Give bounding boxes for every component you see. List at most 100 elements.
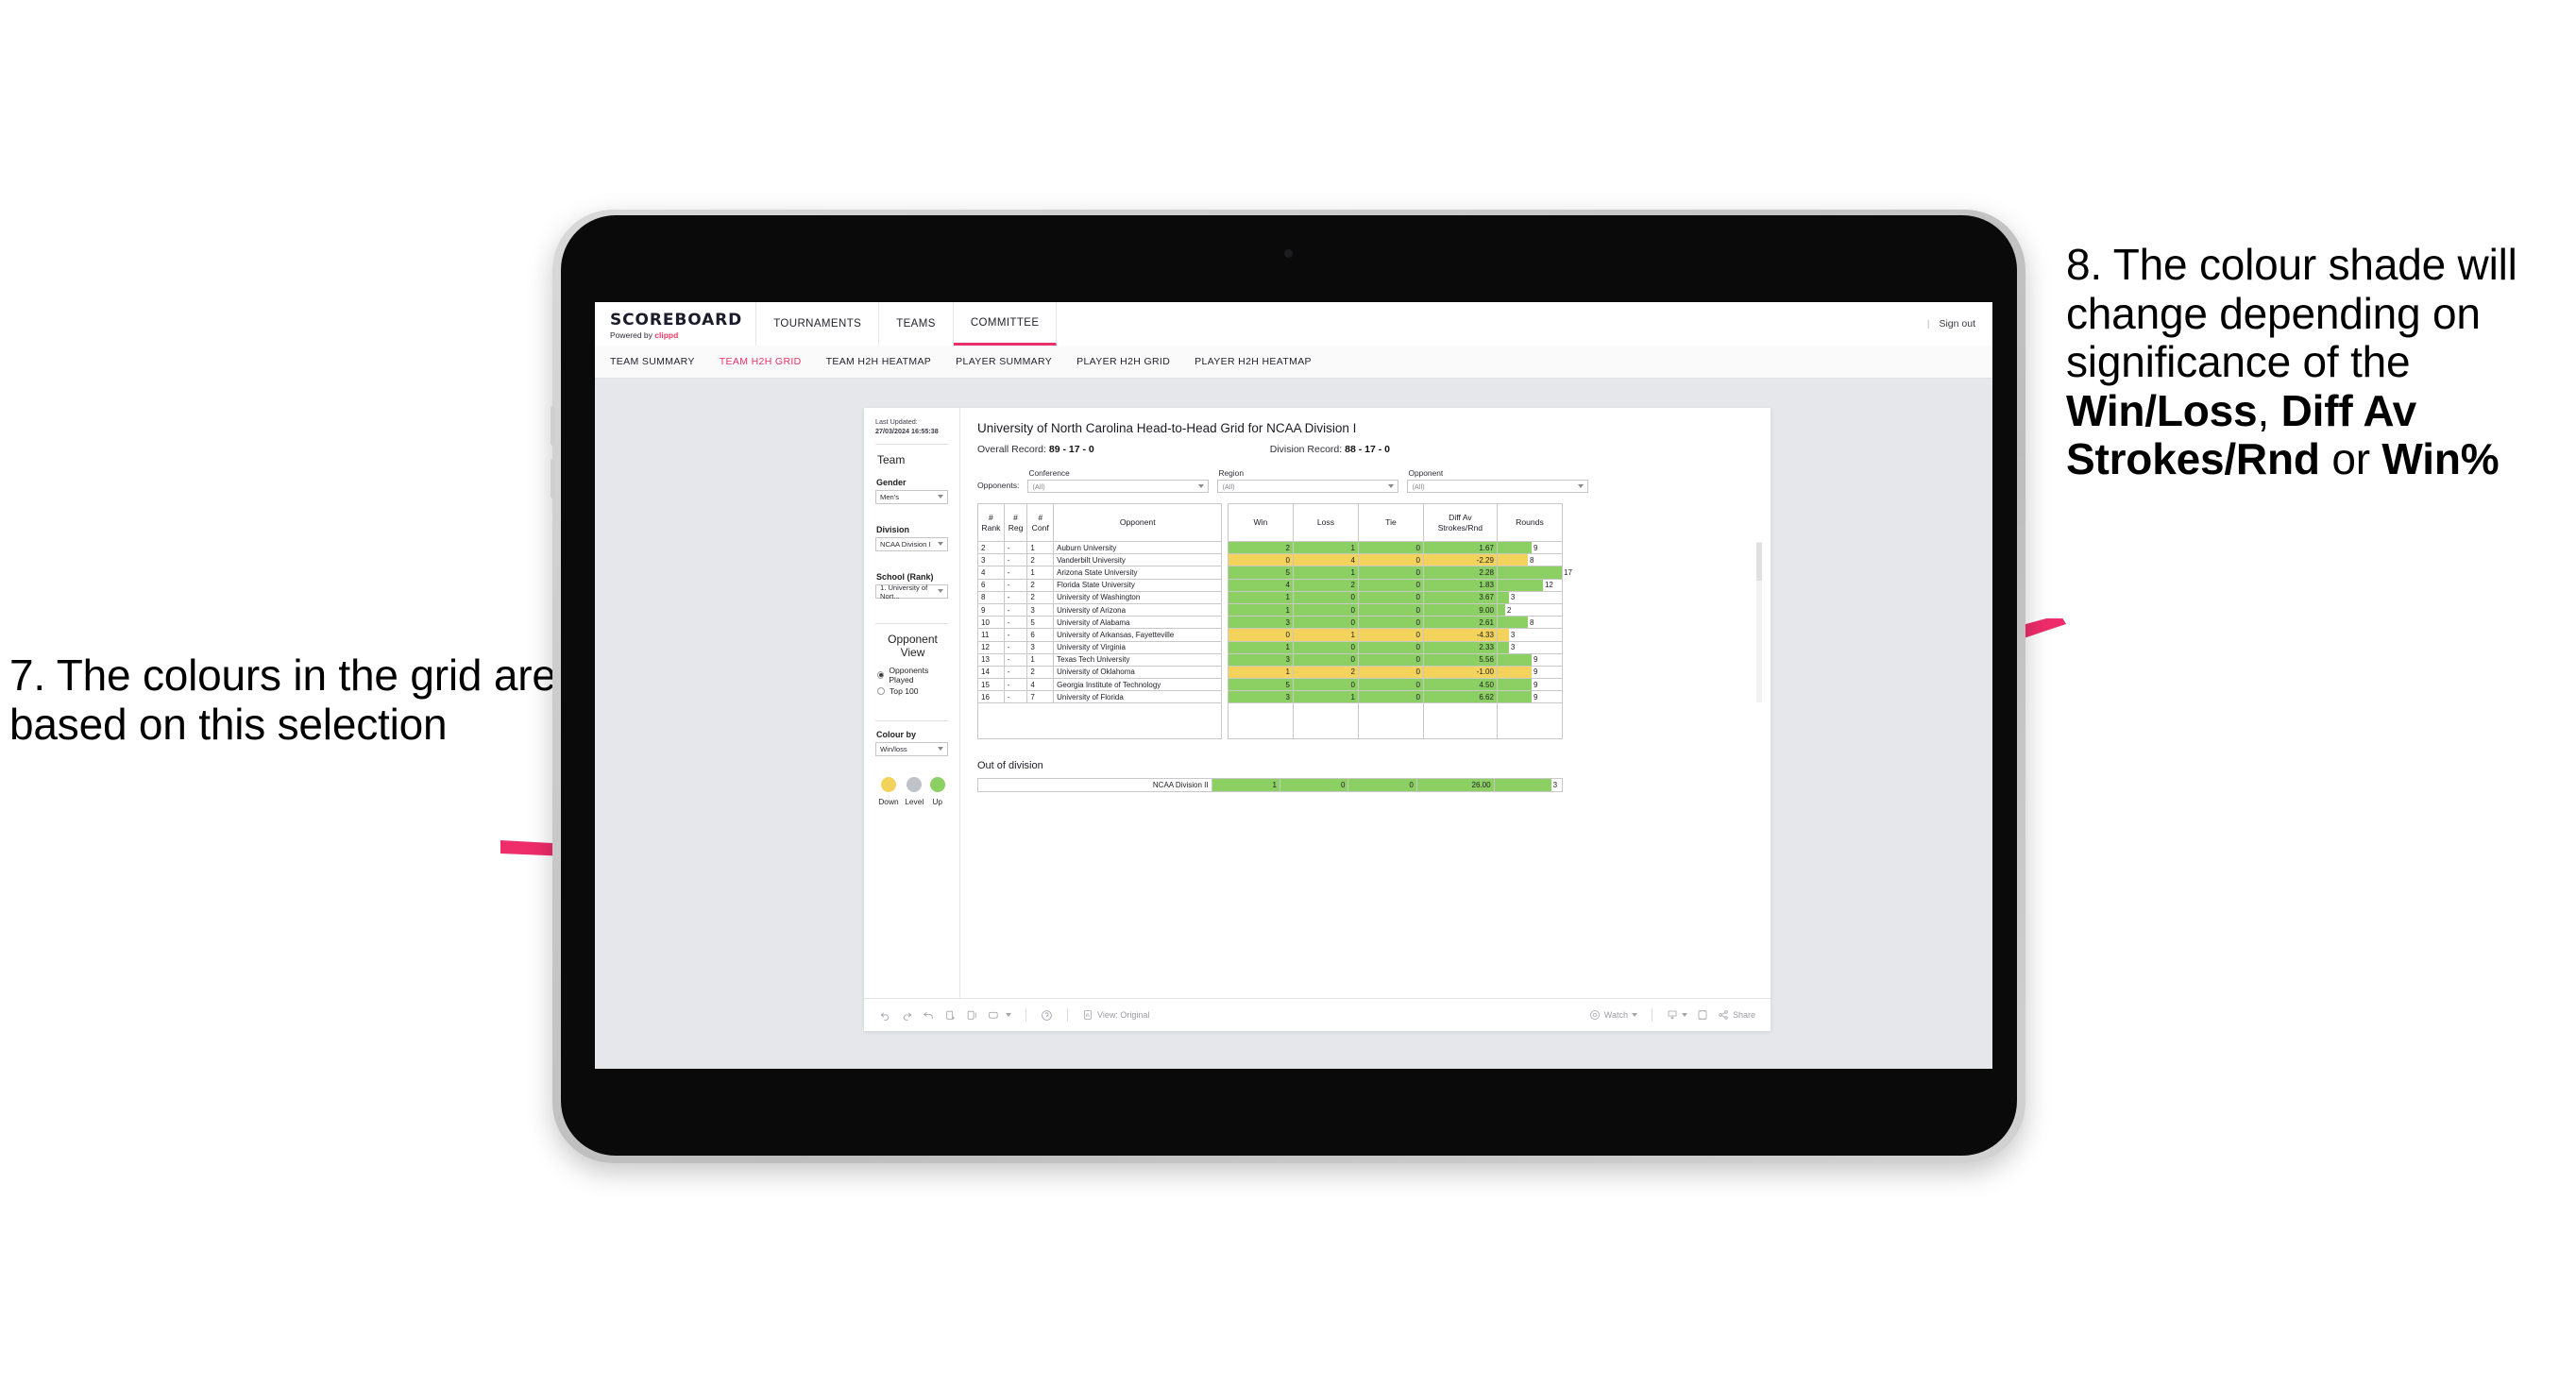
share-label: Share [1732,1010,1755,1020]
subnav-item-team-summary[interactable]: TEAM SUMMARY [610,356,695,367]
nav-item-teams[interactable]: TEAMS [879,302,954,346]
cell-loss: 0 [1279,778,1349,793]
gender-value: Men's [880,493,900,502]
refresh-icon[interactable] [944,1009,957,1022]
radio-opponents-played[interactable]: Opponents Played [877,666,948,685]
cell-diff: 1.83 [1422,578,1498,592]
cell-tie: 0 [1357,616,1424,630]
radio-icon-selected [877,671,885,680]
col-reg[interactable]: # Reg [1003,503,1028,542]
cell-reg: - [1003,602,1028,617]
divider [875,720,948,722]
table-row[interactable]: 12-3 University of Virginia 1 0 0 2.33 3 [977,640,1564,654]
filters-sidebar: Last Updated: 27/03/2024 16:55:38 Team G… [864,408,960,998]
undo-icon[interactable] [879,1009,891,1022]
colour-by-select[interactable]: Win/loss [875,742,948,757]
col-rounds[interactable]: Rounds [1496,503,1564,542]
cell-gap [1222,679,1229,691]
device-layout-icon[interactable] [988,1009,1011,1022]
help-icon[interactable] [1041,1009,1053,1022]
share-button[interactable]: Share [1718,1009,1755,1021]
last-updated: Last Updated: 27/03/2024 16:55:38 [875,417,948,435]
table-row[interactable]: 9-3 University of Arizona 1 0 0 9.00 2 [977,602,1564,617]
radio-label: Top 100 [890,686,919,697]
overall-record: Overall Record: 89 - 17 - 0 [977,444,1094,455]
cell-conf: 1 [1026,566,1055,580]
cell-opponent: University of Virginia [1053,640,1223,654]
cell-rank: 11 [977,628,1005,642]
annotation-7-number: 7. [9,651,45,700]
cell-win: 0 [1227,628,1294,642]
view-original-button[interactable]: View: Original [1082,1009,1149,1021]
brand-logo[interactable]: SCOREBOARD Powered by clippd [595,302,757,346]
chevron-down-icon [1578,484,1585,488]
table-row[interactable]: 11-6 University of Arkansas, Fayetteville… [977,628,1564,642]
col-loss[interactable]: Loss [1292,503,1359,542]
cell-reg: - [1003,665,1028,680]
cell-gap [1222,617,1229,629]
rounds-value: 9 [1533,543,1538,552]
cell-rounds: 9 [1496,540,1564,555]
rounds-bar [1497,591,1509,603]
nav-item-committee[interactable]: COMMITTEE [953,302,1058,346]
top-bar-separator: | [1926,318,1930,330]
col-conf[interactable]: # Conf [1026,503,1055,542]
nav-label: COMMITTEE [970,316,1040,329]
spacer-cell [1292,702,1359,740]
region-select[interactable]: (All) [1217,480,1399,493]
table-row[interactable]: 16-7 University of Florida 3 1 0 6.62 9 [977,690,1564,704]
subnav-item-player-h2h-heatmap[interactable]: PLAYER H2H HEATMAP [1195,356,1312,367]
cell-loss: 0 [1292,616,1359,630]
nav-item-tournaments[interactable]: TOURNAMENTS [756,302,880,346]
rounds-value: 9 [1533,680,1538,689]
download-button[interactable] [1667,1009,1687,1021]
cell-win: 5 [1227,678,1294,692]
table-row[interactable]: 14-2 University of Oklahoma 1 2 0 -1.00 9 [977,665,1564,680]
spacer-cell [1357,702,1424,740]
cell-conf: 4 [1026,678,1055,692]
gender-select[interactable]: Men's [875,490,948,505]
table-row[interactable]: 6-2 Florida State University 4 2 0 1.83 12 [977,578,1564,592]
tablet-volume-down-button[interactable] [551,459,555,499]
table-row[interactable]: 8-2 University of Washington 1 0 0 3.67 3 [977,590,1564,604]
radio-top-100[interactable]: Top 100 [877,686,948,696]
table-row[interactable]: 3-2 Vanderbilt University 0 4 0 -2.29 8 [977,553,1564,567]
table-row[interactable]: 4-1 Arizona State University 5 1 0 2.28 17 [977,566,1572,580]
subnav-item-player-h2h-grid[interactable]: PLAYER H2H GRID [1076,356,1170,367]
subnav-item-team-h2h-heatmap[interactable]: TEAM H2H HEATMAP [826,356,932,367]
table-row[interactable]: 2-1 Auburn University 2 1 0 1.67 9 [977,540,1564,555]
division-select[interactable]: NCAA Division I [875,537,948,552]
redo-icon[interactable] [901,1009,913,1022]
conference-select[interactable]: (All) [1027,480,1210,493]
last-updated-value: 27/03/2024 16:55:38 [875,426,939,435]
table-row[interactable]: 15-4 Georgia Institute of Technology 5 0 0 4.… [977,678,1564,692]
tablet-screen: SCOREBOARD Powered by clippd TOURNAMENTS… [595,302,1992,1069]
tablet-volume-up-button[interactable] [551,406,555,446]
school-select[interactable]: 1. University of Nort... [875,583,948,600]
subnav-item-team-h2h-grid[interactable]: TEAM H2H GRID [720,356,802,367]
out-of-division-row[interactable]: NCAA Division II 1 0 0 26.00 3 [977,778,1564,793]
subnav-item-player-summary[interactable]: PLAYER SUMMARY [956,356,1052,367]
sign-out-link[interactable]: Sign out [1939,318,1975,330]
rounds-value: 3 [1552,781,1558,790]
cell-conf: 2 [1026,665,1055,680]
table-row[interactable]: 13-1 Texas Tech University 3 0 0 5.56 9 [977,652,1564,667]
cell-loss: 0 [1292,602,1359,617]
col-diff-av-strokes[interactable]: Diff Av Strokes/Rnd [1422,503,1498,542]
col-opponent[interactable]: Opponent [1053,503,1223,542]
revert-icon[interactable] [923,1009,935,1022]
col-win[interactable]: Win [1227,503,1294,542]
top-bar-right: | Sign out [1927,302,1992,346]
table-row[interactable]: 10-5 University of Alabama 3 0 0 2.61 8 [977,616,1564,630]
col-tie[interactable]: Tie [1357,503,1424,542]
grid-scrollbar-thumb[interactable] [1756,543,1762,581]
opponent-select[interactable]: (All) [1407,480,1589,493]
cell-diff: 5.56 [1422,652,1498,667]
annotation-7-text: The colours in the grid are based on thi… [9,651,556,749]
out-of-division-table: NCAA Division II 1 0 0 26.00 3 [977,778,1564,793]
watch-button[interactable]: Watch [1589,1009,1637,1021]
fullscreen-icon[interactable] [1697,1009,1708,1021]
pause-refresh-icon[interactable] [966,1009,978,1022]
cell-conf: 5 [1026,616,1055,630]
col-rank[interactable]: # Rank [977,503,1005,542]
